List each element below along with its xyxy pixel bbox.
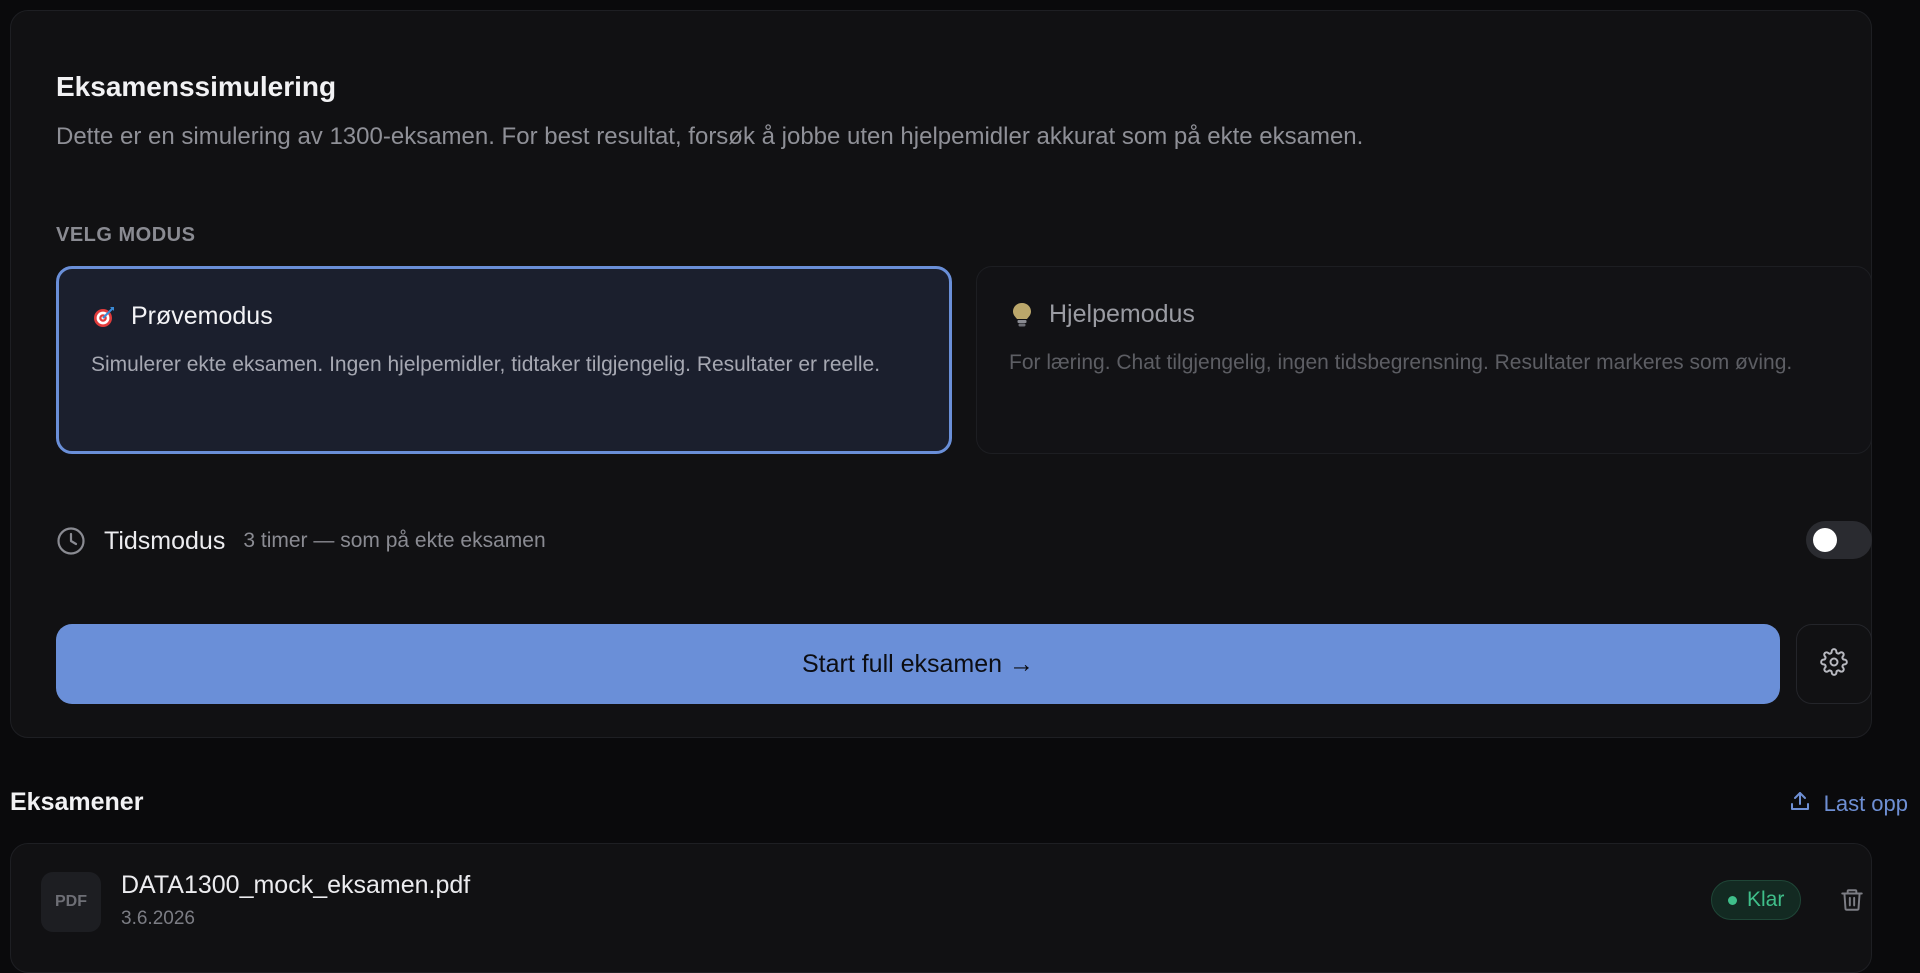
exam-file-row[interactable]: PDF DATA1300_mock_eksamen.pdf 3.6.2026 K… (10, 843, 1872, 973)
mode-card-proevemodus[interactable]: Prøvemodus Simulerer ekte eksamen. Ingen… (56, 266, 952, 454)
page-title: Eksamenssimulering (56, 71, 337, 102)
pdf-file-icon: PDF (41, 872, 101, 932)
mode-title: Prøvemodus (131, 302, 273, 330)
time-mode-label: Tidsmodus (104, 526, 226, 555)
gear-icon (1820, 647, 1848, 681)
upload-label: Last opp (1823, 791, 1908, 816)
settings-button[interactable] (1796, 624, 1872, 704)
exam-simulation-card: Eksamenssimulering Dette er en simulerin… (10, 10, 1872, 738)
status-dot-icon (1728, 895, 1737, 905)
clock-icon (56, 526, 86, 556)
time-mode-toggle[interactable] (1806, 521, 1872, 559)
mode-title: Hjelpemodus (1049, 300, 1195, 328)
upload-button[interactable]: Last opp (1788, 789, 1908, 819)
exams-heading: Eksamener (10, 788, 144, 816)
upload-icon (1788, 789, 1812, 819)
toggle-knob (1813, 528, 1837, 552)
target-icon (91, 304, 117, 330)
lightbulb-icon (1009, 302, 1035, 328)
time-mode-row: Tidsmodus 3 timer — som på ekte eksamen (56, 521, 1872, 561)
status-badge: Klar (1711, 880, 1802, 920)
mode-description: Simulerer ekte eksamen. Ingen hjelpemidl… (91, 353, 881, 376)
mode-description: For læring. Chat tilgjengelig, ingen tid… (1009, 351, 1793, 374)
mode-section-label: VELG MODUS (56, 224, 196, 246)
time-mode-description: 3 timer — som på ekte eksamen (243, 529, 546, 552)
mode-card-hjelpemodus[interactable]: Hjelpemodus For læring. Chat tilgjengeli… (976, 266, 1872, 454)
page-subtitle: Dette er en simulering av 1300-eksamen. … (56, 123, 1364, 150)
trash-icon[interactable] (1839, 886, 1869, 916)
start-exam-button[interactable]: Start full eksamen → (56, 624, 1780, 704)
status-label: Klar (1747, 888, 1785, 911)
file-name: DATA1300_mock_eksamen.pdf (121, 871, 471, 899)
file-date: 3.6.2026 (121, 908, 195, 929)
